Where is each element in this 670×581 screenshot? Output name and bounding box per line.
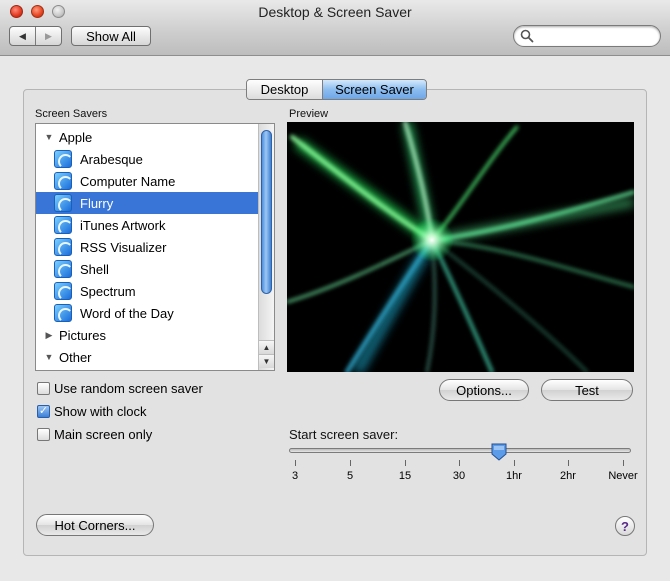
back-button[interactable]: ◀: [10, 27, 36, 45]
forward-arrow-icon: ▶: [45, 30, 52, 41]
flurry-preview-image: [287, 122, 634, 372]
preview-heading: Preview: [289, 108, 329, 120]
list-item-label: Flurry: [80, 195, 114, 211]
list-item[interactable]: Computer Name: [36, 170, 258, 192]
test-button[interactable]: Test: [541, 379, 633, 401]
list-item-label: Shell: [80, 261, 109, 277]
slider-tick: [295, 460, 296, 466]
list-item[interactable]: Word of the Day: [36, 302, 258, 324]
list-item-label: RSS Visualizer: [80, 239, 167, 255]
search-field[interactable]: [513, 25, 661, 47]
show-all-button[interactable]: Show All: [71, 26, 151, 46]
clock-checkbox[interactable]: ✓: [37, 405, 50, 418]
list-item-label: iTunes Artwork: [80, 217, 166, 233]
slider-tick: [350, 460, 351, 466]
screensaver-icon: [54, 260, 72, 278]
disclosure-open-icon[interactable]: ▼: [43, 132, 55, 142]
help-button[interactable]: ?: [615, 516, 635, 536]
list-item-label: Pictures: [59, 327, 106, 343]
screensaver-icon: [54, 282, 72, 300]
list-item-label: Word of the Day: [80, 305, 174, 321]
disclosure-closed-icon[interactable]: ▶: [43, 330, 55, 341]
slider-tick: [459, 460, 460, 466]
scroll-down-icon[interactable]: ▼: [259, 354, 274, 368]
screensaver-icon: [54, 172, 72, 190]
list-item-label: Spectrum: [80, 283, 136, 299]
screensaver-icon: [54, 194, 72, 212]
random-screensaver-option[interactable]: Use random screen saver: [37, 381, 203, 396]
disclosure-open-icon[interactable]: ▼: [43, 352, 55, 362]
screensaver-icon: [54, 150, 72, 168]
list-scrollbar[interactable]: ▲ ▼: [258, 124, 274, 370]
list-group-pictures[interactable]: ▶ Pictures: [36, 324, 258, 346]
list-item[interactable]: Arabesque: [36, 148, 258, 170]
checkmark-icon: ✓: [38, 405, 49, 417]
screensaver-icon: [54, 304, 72, 322]
scroll-thumb[interactable]: [261, 130, 272, 294]
tick-label: 2hr: [560, 470, 576, 482]
start-slider-track[interactable]: [289, 448, 631, 453]
tick-label: 5: [346, 470, 354, 482]
list-item-label: Other: [59, 349, 92, 365]
list-item-label: Computer Name: [80, 173, 176, 189]
slider-tick: [623, 460, 624, 466]
slider-tick: [568, 460, 569, 466]
tick-label: 3: [291, 470, 299, 482]
scroll-up-icon[interactable]: ▲: [259, 340, 274, 354]
back-arrow-icon: ◀: [19, 30, 26, 41]
start-slider-thumb[interactable]: [491, 443, 507, 461]
tab-screen-saver[interactable]: Screen Saver: [323, 80, 426, 99]
clock-label: Show with clock: [54, 404, 147, 419]
nav-buttons: ◀ ▶: [9, 26, 62, 46]
start-label: Start screen saver:: [289, 427, 399, 442]
tick-label: 15: [398, 470, 412, 482]
search-icon: [520, 29, 534, 43]
forward-button[interactable]: ▶: [36, 27, 61, 45]
random-label: Use random screen saver: [54, 381, 203, 396]
window-title: Desktop & Screen Saver: [258, 4, 412, 20]
slider-tick: [514, 460, 515, 466]
main-screen-checkbox[interactable]: [37, 428, 50, 441]
screensaver-icon: [54, 216, 72, 234]
list-item[interactable]: Spectrum: [36, 280, 258, 302]
tick-label: Never: [608, 470, 638, 482]
tab-desktop[interactable]: Desktop: [247, 80, 323, 99]
main-screen-option[interactable]: Main screen only: [37, 427, 152, 442]
hot-corners-button[interactable]: Hot Corners...: [36, 514, 154, 536]
options-button[interactable]: Options...: [439, 379, 529, 401]
main-screen-label: Main screen only: [54, 427, 153, 442]
preview-area: [287, 122, 634, 372]
tick-label: 1hr: [506, 470, 522, 482]
list-item-label: Apple: [59, 129, 93, 145]
list-group-other[interactable]: ▼ Other: [36, 346, 258, 368]
screen-savers-heading: Screen Savers: [35, 108, 108, 120]
window: Desktop & Screen Saver ◀ ▶ Show All Desk…: [0, 0, 670, 581]
slider-tick: [405, 460, 406, 466]
screen-saver-list[interactable]: ▼ Apple Arabesque Computer Name Flurry i…: [35, 123, 275, 371]
random-checkbox[interactable]: [37, 382, 50, 395]
show-clock-option[interactable]: ✓ Show with clock: [37, 404, 146, 419]
tick-label: 30: [452, 470, 466, 482]
titlebar: Desktop & Screen Saver ◀ ▶ Show All: [0, 0, 670, 56]
screensaver-icon: [54, 238, 72, 256]
tab-bar: Desktop Screen Saver: [246, 79, 427, 100]
list-item[interactable]: iTunes Artwork: [36, 214, 258, 236]
list-item[interactable]: RSS Visualizer: [36, 236, 258, 258]
list-group-apple[interactable]: ▼ Apple: [36, 126, 258, 148]
list-item[interactable]: Shell: [36, 258, 258, 280]
list-item-label: Arabesque: [80, 151, 143, 167]
list-item-selected[interactable]: Flurry: [36, 192, 258, 214]
